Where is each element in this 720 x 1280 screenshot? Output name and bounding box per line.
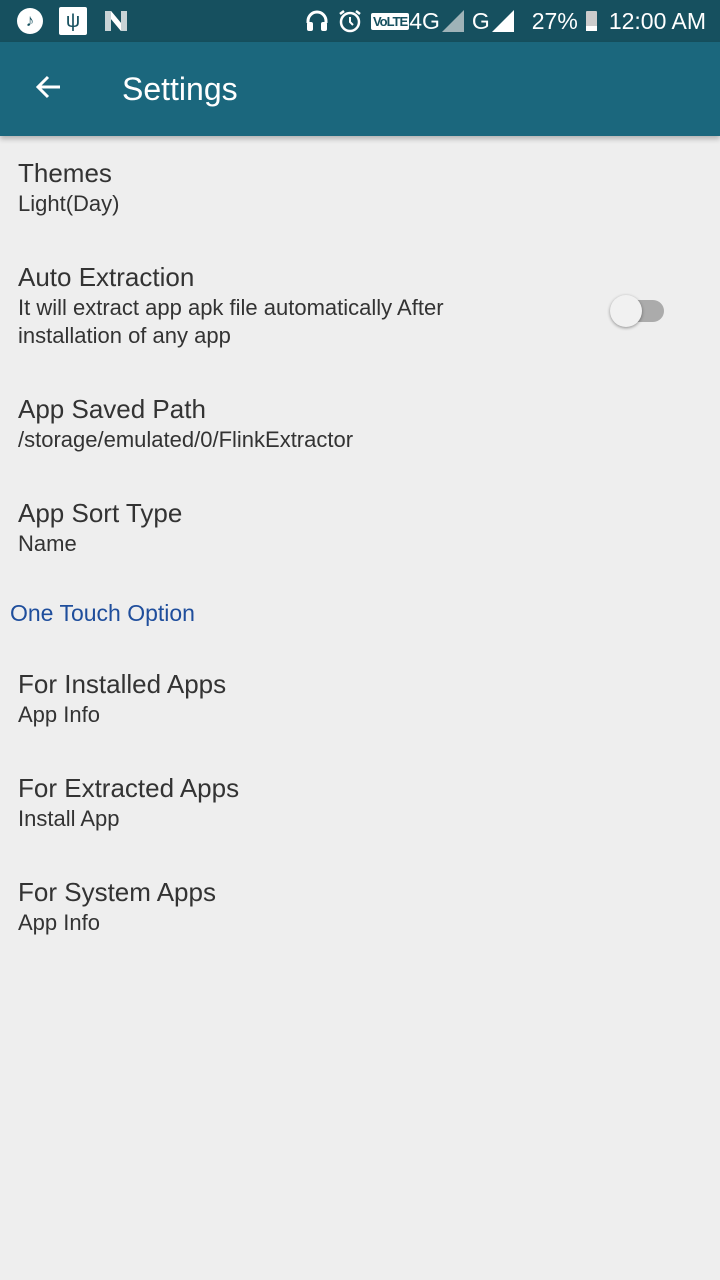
pref-for-extracted-apps[interactable]: For Extracted Apps Install App [18, 771, 720, 833]
music-notification-icon: ♪ [17, 8, 43, 34]
network-4g-label: 4G [409, 7, 440, 34]
clock: 12:00 AM [608, 7, 706, 34]
auto-extraction-toggle[interactable] [610, 295, 668, 327]
alarm-icon [337, 8, 363, 34]
pref-auto-extraction[interactable]: Auto Extraction It will extract app apk … [18, 260, 520, 350]
pref-app-saved-path[interactable]: App Saved Path /storage/emulated/0/Flink… [18, 392, 720, 454]
usb-icon: ψ [59, 7, 87, 35]
arrow-back-icon [33, 72, 63, 107]
pref-title: For Installed Apps [18, 669, 227, 699]
pref-for-system-apps[interactable]: For System Apps App Info [18, 875, 720, 937]
pref-summary: Light(Day) [18, 191, 120, 216]
pref-title: Auto Extraction [18, 262, 195, 292]
pref-title: App Saved Path [18, 394, 206, 424]
battery-percent: 27% [531, 7, 578, 34]
signal-4g-icon [441, 10, 464, 32]
pref-summary: /storage/emulated/0/FlinkExtractor [18, 427, 354, 452]
battery-charging-icon [585, 11, 597, 32]
pref-summary: Install App [18, 806, 120, 831]
back-button[interactable] [18, 59, 78, 119]
pref-for-installed-apps[interactable]: For Installed Apps App Info [18, 667, 720, 729]
pref-title: App Sort Type [18, 498, 183, 528]
status-bar: ♪ ψ VoLTE 4G G 27% 12:00 AM [0, 0, 720, 42]
pref-summary: App Info [18, 702, 100, 727]
category-one-touch-option: One Touch Option [10, 600, 195, 626]
pref-summary: App Info [18, 910, 100, 935]
pref-title: For Extracted Apps [18, 773, 240, 803]
pref-themes[interactable]: Themes Light(Day) [18, 156, 720, 218]
pref-title: For System Apps [18, 877, 216, 907]
pref-title: Themes [18, 158, 112, 188]
network-g-label: G [471, 7, 490, 34]
app-bar: Settings [0, 42, 720, 136]
pref-app-sort-type[interactable]: App Sort Type Name [18, 496, 720, 558]
signal-g-icon [491, 10, 514, 32]
volte-icon: VoLTE [370, 12, 410, 30]
pref-summary: Name [18, 531, 77, 556]
page-title: Settings [122, 70, 238, 107]
headphones-icon [305, 9, 329, 33]
n-notification-icon [103, 9, 129, 33]
pref-summary: It will extract app apk file automatical… [18, 295, 444, 348]
toggle-thumb [610, 295, 642, 327]
